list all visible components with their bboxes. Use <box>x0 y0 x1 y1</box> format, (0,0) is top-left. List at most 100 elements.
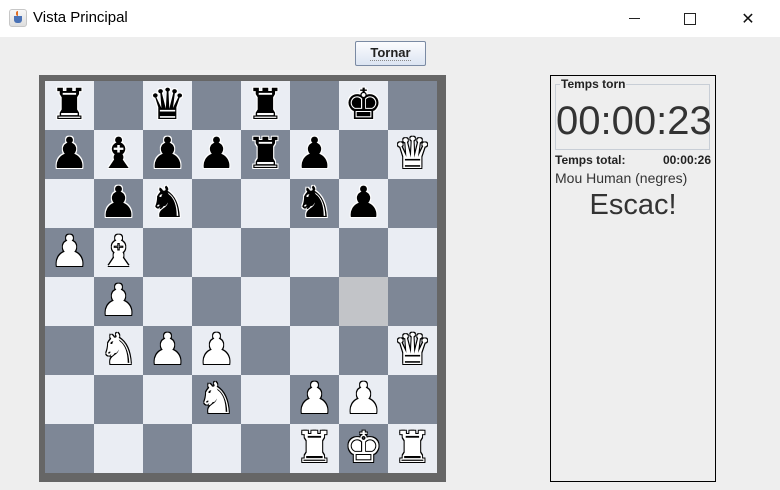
black-pawn-icon[interactable]: ♟ <box>50 133 89 176</box>
white-pawn-icon[interactable]: ♟ <box>50 231 89 274</box>
square-f3[interactable] <box>290 326 339 375</box>
square-a2[interactable] <box>45 375 94 424</box>
square-d3[interactable]: ♟ <box>192 326 241 375</box>
square-g3[interactable] <box>339 326 388 375</box>
white-pawn-icon[interactable]: ♟ <box>295 378 334 421</box>
square-c6[interactable]: ♞ <box>143 179 192 228</box>
square-g2[interactable]: ♟ <box>339 375 388 424</box>
square-h2[interactable] <box>388 375 437 424</box>
tornar-button-label: Tornar <box>370 45 411 61</box>
white-queen-icon[interactable]: ♛ <box>393 133 432 176</box>
square-b2[interactable] <box>94 375 143 424</box>
square-b5[interactable]: ♝ <box>94 228 143 277</box>
square-b6[interactable]: ♟ <box>94 179 143 228</box>
square-g6[interactable]: ♟ <box>339 179 388 228</box>
square-d8[interactable] <box>192 81 241 130</box>
square-b8[interactable] <box>94 81 143 130</box>
black-bishop-icon[interactable]: ♝ <box>99 133 138 176</box>
minimize-button[interactable] <box>611 0 657 37</box>
square-h3[interactable]: ♛ <box>388 326 437 375</box>
black-knight-icon[interactable]: ♞ <box>295 182 334 225</box>
square-b1[interactable] <box>94 424 143 473</box>
square-e5[interactable] <box>241 228 290 277</box>
square-f6[interactable]: ♞ <box>290 179 339 228</box>
title-bar: Vista Principal ✕ <box>0 0 780 37</box>
square-d5[interactable] <box>192 228 241 277</box>
square-e8[interactable]: ♜ <box>241 81 290 130</box>
black-knight-icon[interactable]: ♞ <box>148 182 187 225</box>
square-d2[interactable]: ♞ <box>192 375 241 424</box>
square-a8[interactable]: ♜ <box>45 81 94 130</box>
square-a5[interactable]: ♟ <box>45 228 94 277</box>
close-button[interactable]: ✕ <box>725 0 771 37</box>
black-pawn-icon[interactable]: ♟ <box>344 182 383 225</box>
square-f7[interactable]: ♟ <box>290 130 339 179</box>
white-bishop-icon[interactable]: ♝ <box>99 231 138 274</box>
black-pawn-icon[interactable]: ♟ <box>148 133 187 176</box>
square-b3[interactable]: ♞ <box>94 326 143 375</box>
square-f4[interactable] <box>290 277 339 326</box>
square-h6[interactable] <box>388 179 437 228</box>
square-h5[interactable] <box>388 228 437 277</box>
maximize-button[interactable] <box>667 0 713 37</box>
square-f2[interactable]: ♟ <box>290 375 339 424</box>
square-f8[interactable] <box>290 81 339 130</box>
square-g4[interactable] <box>339 277 388 326</box>
black-rook-icon[interactable]: ♜ <box>246 84 285 127</box>
black-king-icon[interactable]: ♚ <box>344 84 383 127</box>
square-d7[interactable]: ♟ <box>192 130 241 179</box>
black-pawn-icon[interactable]: ♟ <box>99 182 138 225</box>
square-h8[interactable] <box>388 81 437 130</box>
square-a4[interactable] <box>45 277 94 326</box>
white-knight-icon[interactable]: ♞ <box>99 329 138 372</box>
black-rook-icon[interactable]: ♜ <box>50 84 89 127</box>
square-h4[interactable] <box>388 277 437 326</box>
black-pawn-icon[interactable]: ♟ <box>295 133 334 176</box>
square-h1[interactable]: ♜ <box>388 424 437 473</box>
square-g7[interactable] <box>339 130 388 179</box>
square-c7[interactable]: ♟ <box>143 130 192 179</box>
square-d6[interactable] <box>192 179 241 228</box>
white-rook-icon[interactable]: ♜ <box>295 427 334 470</box>
square-a3[interactable] <box>45 326 94 375</box>
square-h7[interactable]: ♛ <box>388 130 437 179</box>
square-a1[interactable] <box>45 424 94 473</box>
square-c2[interactable] <box>143 375 192 424</box>
white-pawn-icon[interactable]: ♟ <box>99 280 138 323</box>
move-indicator: Mou Human (negres) <box>555 170 688 186</box>
square-c8[interactable]: ♛ <box>143 81 192 130</box>
square-e4[interactable] <box>241 277 290 326</box>
square-d1[interactable] <box>192 424 241 473</box>
square-e6[interactable] <box>241 179 290 228</box>
white-pawn-icon[interactable]: ♟ <box>344 378 383 421</box>
square-b7[interactable]: ♝ <box>94 130 143 179</box>
black-pawn-icon[interactable]: ♟ <box>197 133 236 176</box>
white-queen-icon[interactable]: ♛ <box>393 329 432 372</box>
square-e3[interactable] <box>241 326 290 375</box>
white-pawn-icon[interactable]: ♟ <box>197 329 236 372</box>
square-f1[interactable]: ♜ <box>290 424 339 473</box>
square-e1[interactable] <box>241 424 290 473</box>
turn-time-group: Temps torn 00:00:23 <box>555 77 712 150</box>
square-g1[interactable]: ♚ <box>339 424 388 473</box>
white-rook-icon[interactable]: ♜ <box>393 427 432 470</box>
square-c5[interactable] <box>143 228 192 277</box>
tornar-button[interactable]: Tornar <box>355 41 426 66</box>
black-queen-icon[interactable]: ♛ <box>148 84 187 127</box>
white-king-icon[interactable]: ♚ <box>344 427 383 470</box>
white-pawn-icon[interactable]: ♟ <box>148 329 187 372</box>
square-e2[interactable] <box>241 375 290 424</box>
square-a6[interactable] <box>45 179 94 228</box>
square-b4[interactable]: ♟ <box>94 277 143 326</box>
square-e7[interactable]: ♜ <box>241 130 290 179</box>
square-g8[interactable]: ♚ <box>339 81 388 130</box>
square-c3[interactable]: ♟ <box>143 326 192 375</box>
white-knight-icon[interactable]: ♞ <box>197 378 236 421</box>
square-d4[interactable] <box>192 277 241 326</box>
square-a7[interactable]: ♟ <box>45 130 94 179</box>
square-f5[interactable] <box>290 228 339 277</box>
black-rook-icon[interactable]: ♜ <box>246 133 285 176</box>
square-g5[interactable] <box>339 228 388 277</box>
square-c1[interactable] <box>143 424 192 473</box>
square-c4[interactable] <box>143 277 192 326</box>
